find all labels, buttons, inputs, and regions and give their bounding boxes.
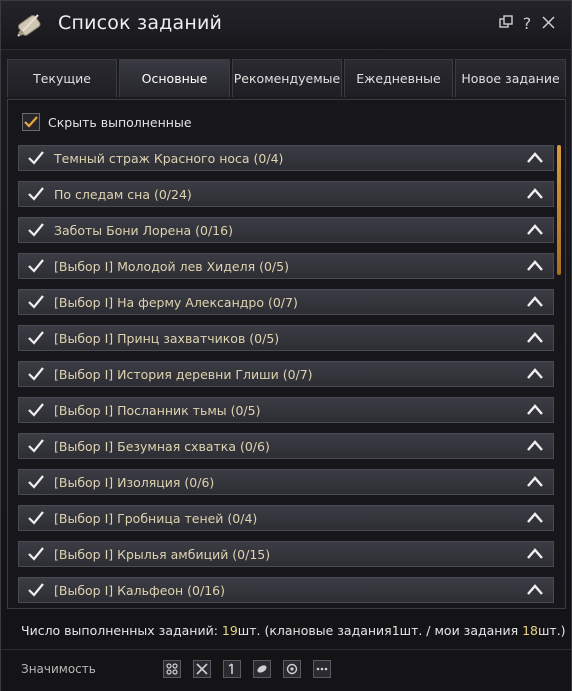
stats-prefix: Число выполненных заданий:: [21, 623, 222, 638]
checkmark-icon: [28, 295, 44, 309]
quest-name: [Выбор I] История деревни Глиши (0/7): [54, 367, 313, 382]
hide-completed-label: Скрыть выполненные: [48, 114, 192, 130]
quest-name: [Выбор I] Безумная схватка (0/6): [54, 439, 270, 454]
chevron-up-icon[interactable]: [527, 404, 543, 416]
chevron-up-icon[interactable]: [527, 224, 543, 236]
scrollbar[interactable]: [557, 145, 562, 605]
quest-name: [Выбор I] Гробница теней (0/4): [54, 511, 258, 526]
quest-name: [Выбор I] Изоляция (0/6): [54, 475, 215, 490]
checkmark-icon: [28, 367, 44, 381]
window-title: Список заданий: [58, 12, 223, 34]
tab-daily[interactable]: Ежедневные: [344, 59, 453, 97]
stats-clan: 1: [391, 623, 400, 638]
tab-main[interactable]: Основные: [119, 59, 230, 97]
popout-icon: [499, 15, 513, 28]
quest-row[interactable]: По следам сна (0/24): [18, 181, 554, 207]
checkmark-icon: [28, 475, 44, 489]
quest-name: По следам сна (0/24): [54, 187, 192, 202]
chevron-up-icon[interactable]: [527, 296, 543, 308]
quest-row[interactable]: [Выбор I] На ферму Александро (0/7): [18, 289, 554, 315]
chevron-up-icon[interactable]: [527, 440, 543, 452]
hide-completed-row[interactable]: Скрыть выполненные: [22, 111, 192, 133]
checkmark-icon: [28, 511, 44, 525]
importance-filter-craft[interactable]: [283, 660, 301, 678]
question-icon: ?: [522, 14, 532, 33]
tab-recommended[interactable]: Рекомендуемые: [232, 59, 342, 97]
importance-filter-combat[interactable]: [193, 660, 211, 678]
chevron-up-icon[interactable]: [527, 332, 543, 344]
checkmark-icon: [28, 187, 44, 201]
chevron-up-icon[interactable]: [527, 584, 543, 596]
quest-row[interactable]: [Выбор I] Принц захватчиков (0/5): [18, 325, 554, 351]
importance-filter-gathering[interactable]: [253, 660, 271, 678]
completed-count-text: Число выполненных заданий: 19шт. (кланов…: [21, 623, 566, 638]
quest-name: [Выбор I] Крылья амбиций (0/15): [54, 547, 271, 562]
stats-suffix: шт.): [537, 623, 566, 638]
quest-list-panel: Скрыть выполненные Темный страж Красного…: [7, 99, 566, 609]
importance-filter-nodes[interactable]: [163, 660, 181, 678]
chevron-up-icon[interactable]: [527, 512, 543, 524]
checkmark-icon: [28, 583, 44, 597]
nodes-icon: [166, 663, 178, 675]
quest-row[interactable]: [Выбор I] Изоляция (0/6): [18, 469, 554, 495]
stats-mine: 18: [522, 623, 538, 638]
importance-filter-flag[interactable]: [223, 660, 241, 678]
quest-row[interactable]: [Выбор I] Крылья амбиций (0/15): [18, 541, 554, 567]
hide-completed-checkbox[interactable]: [22, 113, 40, 131]
quest-row[interactable]: [Выбор I] Посланник тьмы (0/5): [18, 397, 554, 423]
crossed-swords-icon: [196, 663, 208, 675]
quest-row[interactable]: [Выбор I] Молодой лев Хиделя (0/5): [18, 253, 554, 279]
quest-name: [Выбор I] Молодой лев Хиделя (0/5): [54, 259, 289, 274]
chevron-up-icon[interactable]: [527, 368, 543, 380]
quest-name: Заботы Бони Лорена (0/16): [54, 223, 233, 238]
checkmark-icon: [28, 151, 44, 165]
tab-new-quest[interactable]: Новое задание: [455, 59, 566, 97]
quest-row[interactable]: Заботы Бони Лорена (0/16): [18, 217, 554, 243]
quest-row[interactable]: [Выбор I] Гробница теней (0/4): [18, 505, 554, 531]
chevron-up-icon[interactable]: [527, 188, 543, 200]
close-icon: [541, 16, 555, 29]
more-icon: [316, 667, 328, 671]
scrollbar-thumb[interactable]: [557, 145, 561, 275]
cog-icon: [286, 663, 298, 675]
leaf-icon: [257, 665, 267, 673]
close-button[interactable]: [539, 15, 557, 33]
checkmark-icon: [24, 116, 38, 128]
title-bar[interactable]: Список заданий ?: [1, 1, 571, 50]
checkmark-icon: [28, 223, 44, 237]
quest-row[interactable]: Темный страж Красного носа (0/4): [18, 145, 554, 171]
quest-row[interactable]: [Выбор I] Кальфеон (0/16): [18, 577, 554, 603]
checkmark-icon: [28, 547, 44, 561]
quest-name: [Выбор I] На ферму Александро (0/7): [54, 295, 298, 310]
chevron-up-icon[interactable]: [527, 260, 543, 272]
stats-total: 19: [221, 623, 238, 638]
chevron-up-icon[interactable]: [527, 152, 543, 164]
tab-current[interactable]: Текущие: [7, 59, 117, 97]
checkmark-icon: [28, 259, 44, 273]
popout-button[interactable]: [497, 15, 515, 33]
tab-bar: Текущие Основные Рекомендуемые Ежедневны…: [7, 59, 566, 99]
quest-name: [Выбор I] Принц захватчиков (0/5): [54, 331, 280, 346]
stats-mid1: шт. (клановые задания: [237, 623, 392, 638]
flag-icon: [228, 663, 233, 674]
quest-row[interactable]: [Выбор I] История деревни Глиши (0/7): [18, 361, 554, 387]
checkmark-icon: [28, 331, 44, 345]
checkmark-icon: [28, 403, 44, 417]
stats-mid2: шт. / мои задания: [399, 623, 523, 638]
quest-name: [Выбор I] Кальфеон (0/16): [54, 583, 226, 598]
scroll-quill-icon: [17, 14, 41, 37]
importance-label: Значимость: [21, 662, 96, 676]
checkmark-icon: [28, 439, 44, 453]
footer-bar: Значимость: [1, 649, 571, 691]
quest-name: [Выбор I] Посланник тьмы (0/5): [54, 403, 261, 418]
quest-name: Темный страж Красного носа (0/4): [54, 151, 284, 166]
chevron-up-icon[interactable]: [527, 476, 543, 488]
quest-row[interactable]: [Выбор I] Безумная схватка (0/6): [18, 433, 554, 459]
quest-list-window: Список заданий ? Текущие Основные Рекоме…: [0, 0, 572, 691]
chevron-up-icon[interactable]: [527, 548, 543, 560]
help-button[interactable]: ?: [518, 15, 536, 33]
importance-filter-more[interactable]: [313, 660, 331, 678]
